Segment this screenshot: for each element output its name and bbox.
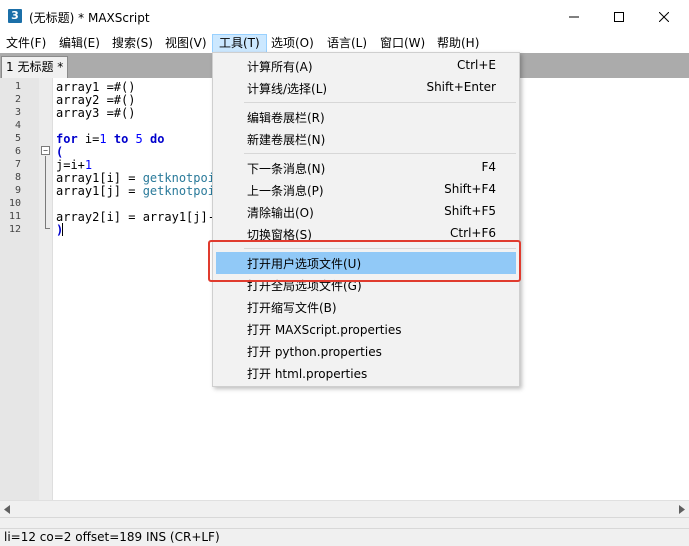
menu-separator bbox=[244, 102, 516, 103]
menu-window[interactable]: 窗口(W) bbox=[374, 34, 431, 53]
menu-item-edit-rollout[interactable]: 编辑卷展栏(R) bbox=[216, 106, 516, 128]
menu-item-new-rollout[interactable]: 新建卷展栏(N) bbox=[216, 128, 516, 150]
menu-item-open-maxscript-properties[interactable]: 打开 MAXScript.properties bbox=[216, 318, 516, 340]
line-number: 12 bbox=[8, 224, 21, 235]
fold-collapse-icon[interactable]: − bbox=[41, 146, 50, 155]
highlight-annotation-box bbox=[208, 240, 521, 282]
menu-item-open-html-properties[interactable]: 打开 html.properties bbox=[216, 362, 516, 384]
menu-item-clear-output[interactable]: 清除输出(O) Shift+F5 bbox=[216, 201, 516, 223]
close-icon bbox=[659, 11, 669, 22]
line-number-gutter: 1 2 3 4 5 6 7 8 9 10 11 12 bbox=[0, 78, 39, 500]
scroll-right-icon[interactable] bbox=[679, 505, 685, 514]
code-line-5: for i=1 to 5 do bbox=[56, 132, 165, 146]
status-bar: li=12 co=2 offset=189 INS (CR+LF) bbox=[0, 528, 689, 546]
line-number: 4 bbox=[14, 120, 21, 131]
menu-item-open-abbreviations[interactable]: 打开缩写文件(B) bbox=[216, 296, 516, 318]
line-number: 1 bbox=[14, 81, 21, 92]
line-number: 5 bbox=[14, 133, 21, 144]
menu-item-evaluate-selection[interactable]: 计算线/选择(L) Shift+Enter bbox=[216, 77, 516, 99]
code-line-9: array1[j] = getknotpoi bbox=[56, 184, 215, 198]
minimize-icon bbox=[569, 16, 579, 17]
status-text: li=12 co=2 offset=189 INS (CR+LF) bbox=[4, 530, 220, 544]
menu-item-previous-message[interactable]: 上一条消息(P) Shift+F4 bbox=[216, 179, 516, 201]
menu-options[interactable]: 选项(O) bbox=[265, 34, 320, 53]
fold-guide bbox=[45, 156, 46, 228]
menu-edit[interactable]: 编辑(E) bbox=[53, 34, 106, 53]
maximize-button[interactable] bbox=[596, 0, 642, 33]
line-number: 8 bbox=[14, 172, 21, 183]
menu-bar: 文件(F) 编辑(E) 搜索(S) 视图(V) 工具(T) 选项(O) 语言(L… bbox=[0, 33, 689, 53]
window-title: (无标题) * MAXScript bbox=[29, 11, 150, 25]
menu-view[interactable]: 视图(V) bbox=[159, 34, 213, 53]
line-number: 11 bbox=[8, 211, 21, 222]
menu-tools[interactable]: 工具(T) bbox=[212, 34, 267, 53]
menu-item-next-message[interactable]: 下一条消息(N) F4 bbox=[216, 157, 516, 179]
menu-file[interactable]: 文件(F) bbox=[0, 34, 52, 53]
maximize-icon bbox=[614, 11, 624, 22]
title-bar: 3 (无标题) * MAXScript bbox=[0, 0, 689, 33]
menu-item-evaluate-all[interactable]: 计算所有(A) Ctrl+E bbox=[216, 55, 516, 77]
horizontal-scrollbar[interactable] bbox=[0, 500, 689, 517]
line-number: 9 bbox=[14, 185, 21, 196]
fold-margin bbox=[39, 78, 53, 500]
menu-language[interactable]: 语言(L) bbox=[321, 34, 373, 53]
code-line-11: array2[i] = array1[j]- bbox=[56, 210, 215, 224]
menu-separator bbox=[244, 153, 516, 154]
menu-search[interactable]: 搜索(S) bbox=[106, 34, 159, 53]
tab-untitled[interactable]: 1 无标题 * bbox=[1, 56, 68, 78]
menu-item-open-python-properties[interactable]: 打开 python.properties bbox=[216, 340, 516, 362]
tools-dropdown-menu: 计算所有(A) Ctrl+E 计算线/选择(L) Shift+Enter 编辑卷… bbox=[212, 52, 520, 387]
code-line-3: array3 =#() bbox=[56, 106, 136, 120]
scroll-left-icon[interactable] bbox=[4, 505, 10, 514]
output-pane-splitter[interactable] bbox=[0, 517, 689, 528]
minimize-button[interactable] bbox=[551, 0, 597, 33]
text-caret bbox=[62, 223, 63, 236]
line-number: 7 bbox=[14, 159, 21, 170]
app-icon: 3 bbox=[8, 9, 22, 23]
line-number: 6 bbox=[14, 146, 21, 157]
line-number: 2 bbox=[14, 94, 21, 105]
menu-help[interactable]: 帮助(H) bbox=[431, 34, 485, 53]
close-button[interactable] bbox=[641, 0, 687, 33]
line-number: 3 bbox=[14, 107, 21, 118]
line-number: 10 bbox=[8, 198, 21, 209]
fold-guide-end bbox=[45, 228, 50, 229]
